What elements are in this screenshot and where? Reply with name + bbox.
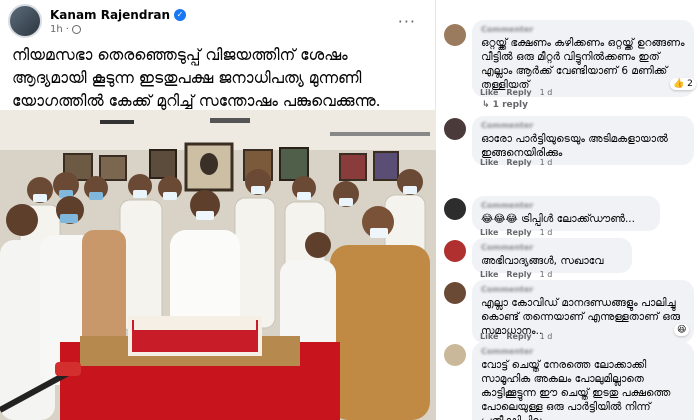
comment-bubble: Commenter അഭിവാദ്യങ്ങൾ, സഖാവേ xyxy=(472,238,632,273)
comment-actions: Like Reply 1 d xyxy=(480,158,552,167)
comment-item: Commenter ഓരോ പാർട്ടിയുടെയും അടിമകളായാൽ … xyxy=(440,116,696,172)
reply-link[interactable]: Reply xyxy=(506,228,531,237)
post-meta: 1h · xyxy=(50,24,186,35)
comment-item: Commenter വോട്ട് ചെയ്ത് നേരത്തെ ലോക്കാക്… xyxy=(440,342,696,420)
commenter-avatar[interactable] xyxy=(444,240,466,262)
comment-bubble: Commenter ഒറ്റയ്ക്ക് ഭക്ഷണം കഴിക്കണം ഒറ്… xyxy=(472,20,694,97)
comment-text: ഓരോ പാർട്ടിയുടെയും അടിമകളായാൽ ഇങ്ങനെയിരി… xyxy=(481,133,668,159)
reply-link[interactable]: Reply xyxy=(506,270,531,279)
commenter-name[interactable]: Commenter xyxy=(481,243,623,252)
comment-bubble: Commenter 😂😂😂 ട്രിപ്പിൾ ലോക്ക്ഡൗൺ... xyxy=(472,196,660,231)
view-replies-link[interactable]: ↳ 1 reply xyxy=(482,100,528,110)
commenter-name[interactable]: Commenter xyxy=(481,25,685,34)
comment-text: 😂😂😂 ട്രിപ്പിൾ ലോക്ക്ഡൗൺ... xyxy=(481,213,635,225)
comment-actions: Like Reply 1 d xyxy=(480,88,552,97)
comment-time[interactable]: 1 d xyxy=(540,158,553,167)
post-time[interactable]: 1h xyxy=(50,24,63,35)
author-row: Kanam Rajendran ✓ xyxy=(50,8,186,22)
author-name[interactable]: Kanam Rajendran xyxy=(50,8,170,22)
comment-actions: Like Reply 1 d xyxy=(480,332,552,341)
comment-item: Commenter എല്ലാ കോവിഡ് മാനദണ്ഡങ്ങളും പാല… xyxy=(440,280,696,343)
comments-panel: Commenter ഒറ്റയ്ക്ക് ഭക്ഷണം കഴിക്കണം ഒറ്… xyxy=(436,0,700,420)
commenter-avatar[interactable] xyxy=(444,198,466,220)
separator: · xyxy=(65,23,69,35)
photo-illustration xyxy=(0,110,436,420)
haha-reaction-icon[interactable]: 😆 xyxy=(674,324,690,336)
author-avatar[interactable] xyxy=(8,4,42,38)
reply-link[interactable]: Reply xyxy=(506,158,531,167)
reply-link[interactable]: Reply xyxy=(506,88,531,97)
comment-item: Commenter 😂😂😂 ട്രിപ്പിൾ ലോക്ക്ഡൗൺ... Lik… xyxy=(440,196,696,240)
post-header: Kanam Rajendran ✓ 1h · ··· xyxy=(8,4,428,38)
comment-time[interactable]: 1 d xyxy=(540,228,553,237)
commenter-name[interactable]: Commenter xyxy=(481,285,685,294)
comment-text: വോട്ട് ചെയ്ത് നേരത്തെ ലോക്കാക്കി സാമൂഹിക… xyxy=(481,359,671,420)
like-link[interactable]: Like xyxy=(480,158,498,167)
verified-badge-icon: ✓ xyxy=(174,8,186,21)
commenter-avatar[interactable] xyxy=(444,282,466,304)
comment-time[interactable]: 1 d xyxy=(540,332,553,341)
globe-icon xyxy=(71,24,81,34)
commenter-name[interactable]: Commenter xyxy=(481,121,685,130)
comment-time[interactable]: 1 d xyxy=(540,88,553,97)
commenter-name[interactable]: Commenter xyxy=(481,347,685,356)
screenshot: Kanam Rajendran ✓ 1h · ··· നിയമസഭാ തെരഞ്… xyxy=(0,0,700,420)
author-block: Kanam Rajendran ✓ 1h · xyxy=(50,8,186,35)
comment-text: അഭിവാദ്യങ്ങൾ, സഖാവേ xyxy=(481,255,604,267)
more-options-icon[interactable]: ··· xyxy=(398,12,416,31)
facebook-post: Kanam Rajendran ✓ 1h · ··· നിയമസഭാ തെരഞ്… xyxy=(0,0,436,420)
comment-time[interactable]: 1 d xyxy=(540,270,553,279)
commenter-avatar[interactable] xyxy=(444,24,466,46)
like-link[interactable]: Like xyxy=(480,228,498,237)
commenter-name[interactable]: Commenter xyxy=(481,201,651,210)
like-link[interactable]: Like xyxy=(480,332,498,341)
comment-actions: Like Reply 1 d xyxy=(480,228,552,237)
comment-item: Commenter അഭിവാദ്യങ്ങൾ, സഖാവേ Like Reply… xyxy=(440,238,696,280)
comment-text: ഒറ്റയ്ക്ക് ഭക്ഷണം കഴിക്കണം ഒറ്റയ്ക്ക് ഉറ… xyxy=(481,37,685,91)
like-link[interactable]: Like xyxy=(480,88,498,97)
comment-bubble: Commenter വോട്ട് ചെയ്ത് നേരത്തെ ലോക്കാക്… xyxy=(472,342,694,420)
comment-item: Commenter ഒറ്റയ്ക്ക് ഭക്ഷണം കഴിക്കണം ഒറ്… xyxy=(440,20,696,115)
post-photo[interactable] xyxy=(0,110,436,420)
comment-actions: Like Reply 1 d xyxy=(480,270,552,279)
reply-link[interactable]: Reply xyxy=(506,332,531,341)
post-text: നിയമസഭാ തെരഞ്ഞെടുപ്പ് വിജയത്തിന് ശേഷം ആദ… xyxy=(12,46,381,110)
like-reaction-icon[interactable]: 👍 2 xyxy=(670,78,696,90)
commenter-avatar[interactable] xyxy=(444,344,466,366)
commenter-avatar[interactable] xyxy=(444,118,466,140)
like-link[interactable]: Like xyxy=(480,270,498,279)
